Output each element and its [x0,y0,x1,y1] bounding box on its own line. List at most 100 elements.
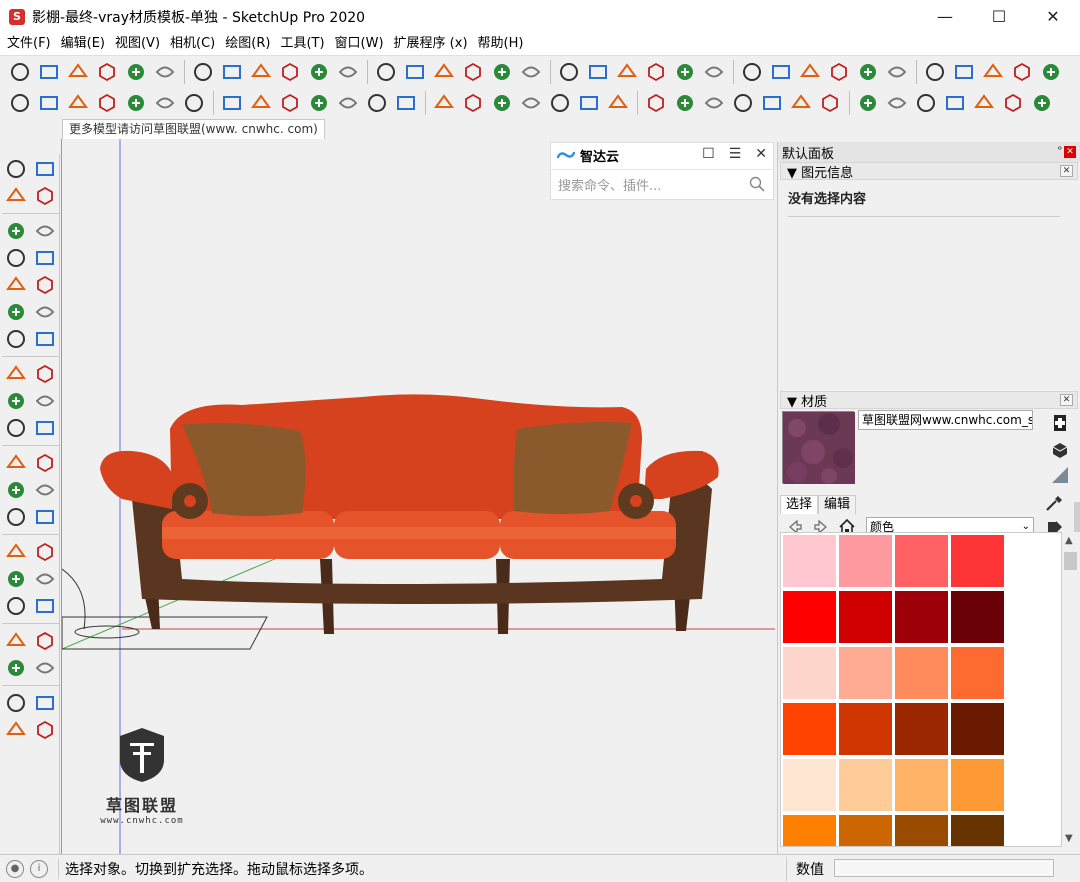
info-icon[interactable] [430,90,457,117]
eraser-icon[interactable] [31,183,59,209]
entity-info-header[interactable]: ▼ 图元信息 ✕ [780,162,1078,181]
color-swatch[interactable] [951,759,1004,811]
color-swatch[interactable] [895,535,948,587]
sphere-icon[interactable] [642,58,669,85]
cube-blue2-icon[interactable] [758,90,785,117]
offset-icon[interactable] [31,415,59,441]
arc-icon[interactable] [2,299,30,325]
zoom-extents-icon[interactable] [2,593,30,619]
hand-icon[interactable] [93,58,120,85]
cube-blue3-icon[interactable] [787,90,814,117]
triangle-icon[interactable] [488,90,515,117]
menu-window[interactable]: 窗口(W) [330,33,389,55]
grid-icon[interactable] [970,90,997,117]
pie-icon[interactable] [2,326,30,352]
cloud2-icon[interactable] [767,58,794,85]
warehouse-icon[interactable] [2,690,30,716]
roof-icon[interactable] [816,90,843,117]
move-icon[interactable] [2,361,30,387]
home2-icon[interactable] [93,90,120,117]
box2-icon[interactable] [854,90,881,117]
tray-close-icon[interactable]: ✕ [1064,146,1076,158]
color-swatch[interactable] [951,815,1004,846]
menu-tools[interactable]: 工具(T) [275,33,329,55]
look-around-icon[interactable] [31,628,59,654]
color-swatch[interactable] [895,759,948,811]
cloud-icon[interactable] [738,58,765,85]
color-swatch[interactable] [783,815,836,846]
checker-icon[interactable] [305,90,332,117]
circle-icon[interactable] [2,272,30,298]
tab-edit[interactable]: 编辑 [818,495,857,514]
box3-icon[interactable] [883,90,910,117]
color-swatch[interactable] [839,647,892,699]
cylinder-icon[interactable] [883,58,910,85]
rotate-icon[interactable] [2,388,30,414]
dome-icon[interactable] [642,90,669,117]
lock-icon[interactable] [334,58,361,85]
zoom-window-icon[interactable] [31,566,59,592]
section-plane-icon[interactable] [31,655,59,681]
zhida-restore-icon[interactable]: ☐ [702,146,715,162]
position-camera-icon[interactable] [2,628,30,654]
materials-close-icon[interactable]: ✕ [1060,394,1073,406]
menu-extensions[interactable]: 扩展程序 (x) [389,33,473,55]
import-icon[interactable] [372,58,399,85]
menu-view[interactable]: 视图(V) [110,33,165,55]
mail-icon[interactable] [392,90,419,117]
zhida-menu-icon[interactable]: ☰ [729,146,742,162]
scroll-down-icon[interactable]: ▼ [1065,833,1073,844]
building-icon[interactable] [459,90,486,117]
menu-help[interactable]: 帮助(H) [473,33,529,55]
rotate-icon[interactable] [151,58,178,85]
grass-icon[interactable] [912,90,939,117]
angle-icon[interactable] [546,90,573,117]
arc3-icon[interactable] [31,326,59,352]
section-icon[interactable] [189,58,216,85]
crosshair-icon[interactable] [700,90,727,117]
previous-view-icon[interactable] [31,593,59,619]
frame-icon[interactable] [796,58,823,85]
pause-icon[interactable] [1028,90,1055,117]
select-icon[interactable] [2,156,30,182]
scale-icon[interactable] [2,415,30,441]
extension-warehouse-icon[interactable] [2,717,30,743]
home-icon[interactable] [35,90,62,117]
sphere2-icon[interactable] [671,58,698,85]
circle-target-icon[interactable] [517,90,544,117]
lookaround-icon[interactable] [35,58,62,85]
ring-icon[interactable] [854,58,881,85]
color-swatch[interactable] [895,591,948,643]
scroll-thumb[interactable] [1064,552,1077,570]
eyedropper-icon[interactable] [1044,494,1064,514]
info-icon[interactable]: i [30,859,48,878]
paint-bucket-icon[interactable] [2,183,30,209]
measurements-input[interactable] [834,859,1054,877]
walk-icon[interactable] [2,655,30,681]
starburst-icon[interactable] [604,90,631,117]
tray-scrollbar[interactable] [1074,502,1080,532]
color-swatch[interactable] [951,535,1004,587]
document-tab[interactable]: 更多模型请访问草图联盟(www. cnwhc. com) [62,119,325,139]
cloud-up-icon[interactable] [334,90,361,117]
zoom-icon[interactable] [2,566,30,592]
color-swatch[interactable] [839,591,892,643]
tree-icon[interactable] [276,90,303,117]
select-tool-icon[interactable] [218,90,245,117]
color-swatch[interactable] [951,591,1004,643]
menu-file[interactable]: 文件(F) [2,33,56,55]
house2-icon[interactable] [122,90,149,117]
arc2-icon[interactable] [31,299,59,325]
orbit-icon[interactable] [2,539,30,565]
color-swatch[interactable] [839,815,892,846]
follow-me-icon[interactable] [6,58,33,85]
materials-header[interactable]: ▼ 材质 ✕ [780,391,1078,410]
menu-edit[interactable]: 编辑(E) [56,33,110,55]
orbit-icon[interactable] [122,58,149,85]
color-swatch[interactable] [783,591,836,643]
photo-icon[interactable] [305,58,332,85]
sun-icon[interactable] [950,58,977,85]
swatch-scrollbar[interactable]: ▲ ▼ [1062,532,1079,847]
maximize-button[interactable]: ☐ [972,0,1026,33]
z-axis-icon[interactable] [921,58,948,85]
